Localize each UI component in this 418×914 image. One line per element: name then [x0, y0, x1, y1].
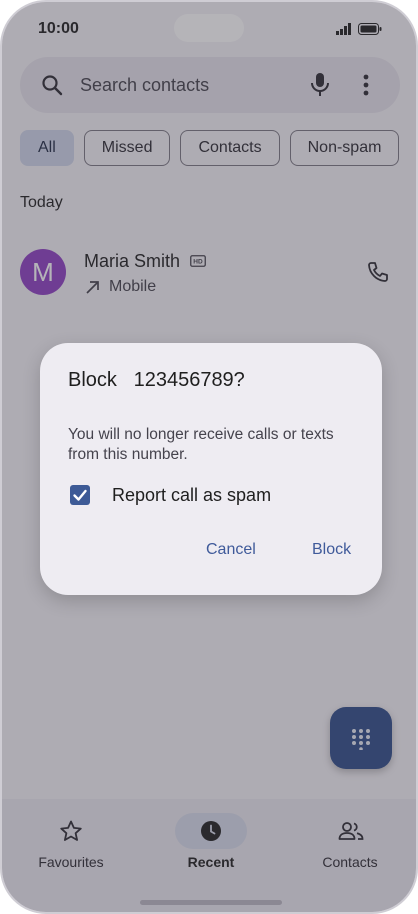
checkmark-icon: [73, 489, 87, 501]
home-indicator[interactable]: [140, 900, 282, 905]
block-button[interactable]: Block: [312, 541, 351, 559]
dialog-message: You will no longer receive calls or text…: [68, 426, 334, 463]
dialog-title: Block 123456789?: [68, 369, 245, 391]
phone-screen: 10:00 Search contacts All Missed Contact…: [0, 0, 418, 914]
report-spam-checkbox[interactable]: [70, 485, 90, 505]
block-number-dialog: Block 123456789? You will no longer rece…: [40, 343, 382, 595]
cancel-button[interactable]: Cancel: [206, 541, 256, 559]
report-spam-label[interactable]: Report call as spam: [112, 485, 271, 506]
